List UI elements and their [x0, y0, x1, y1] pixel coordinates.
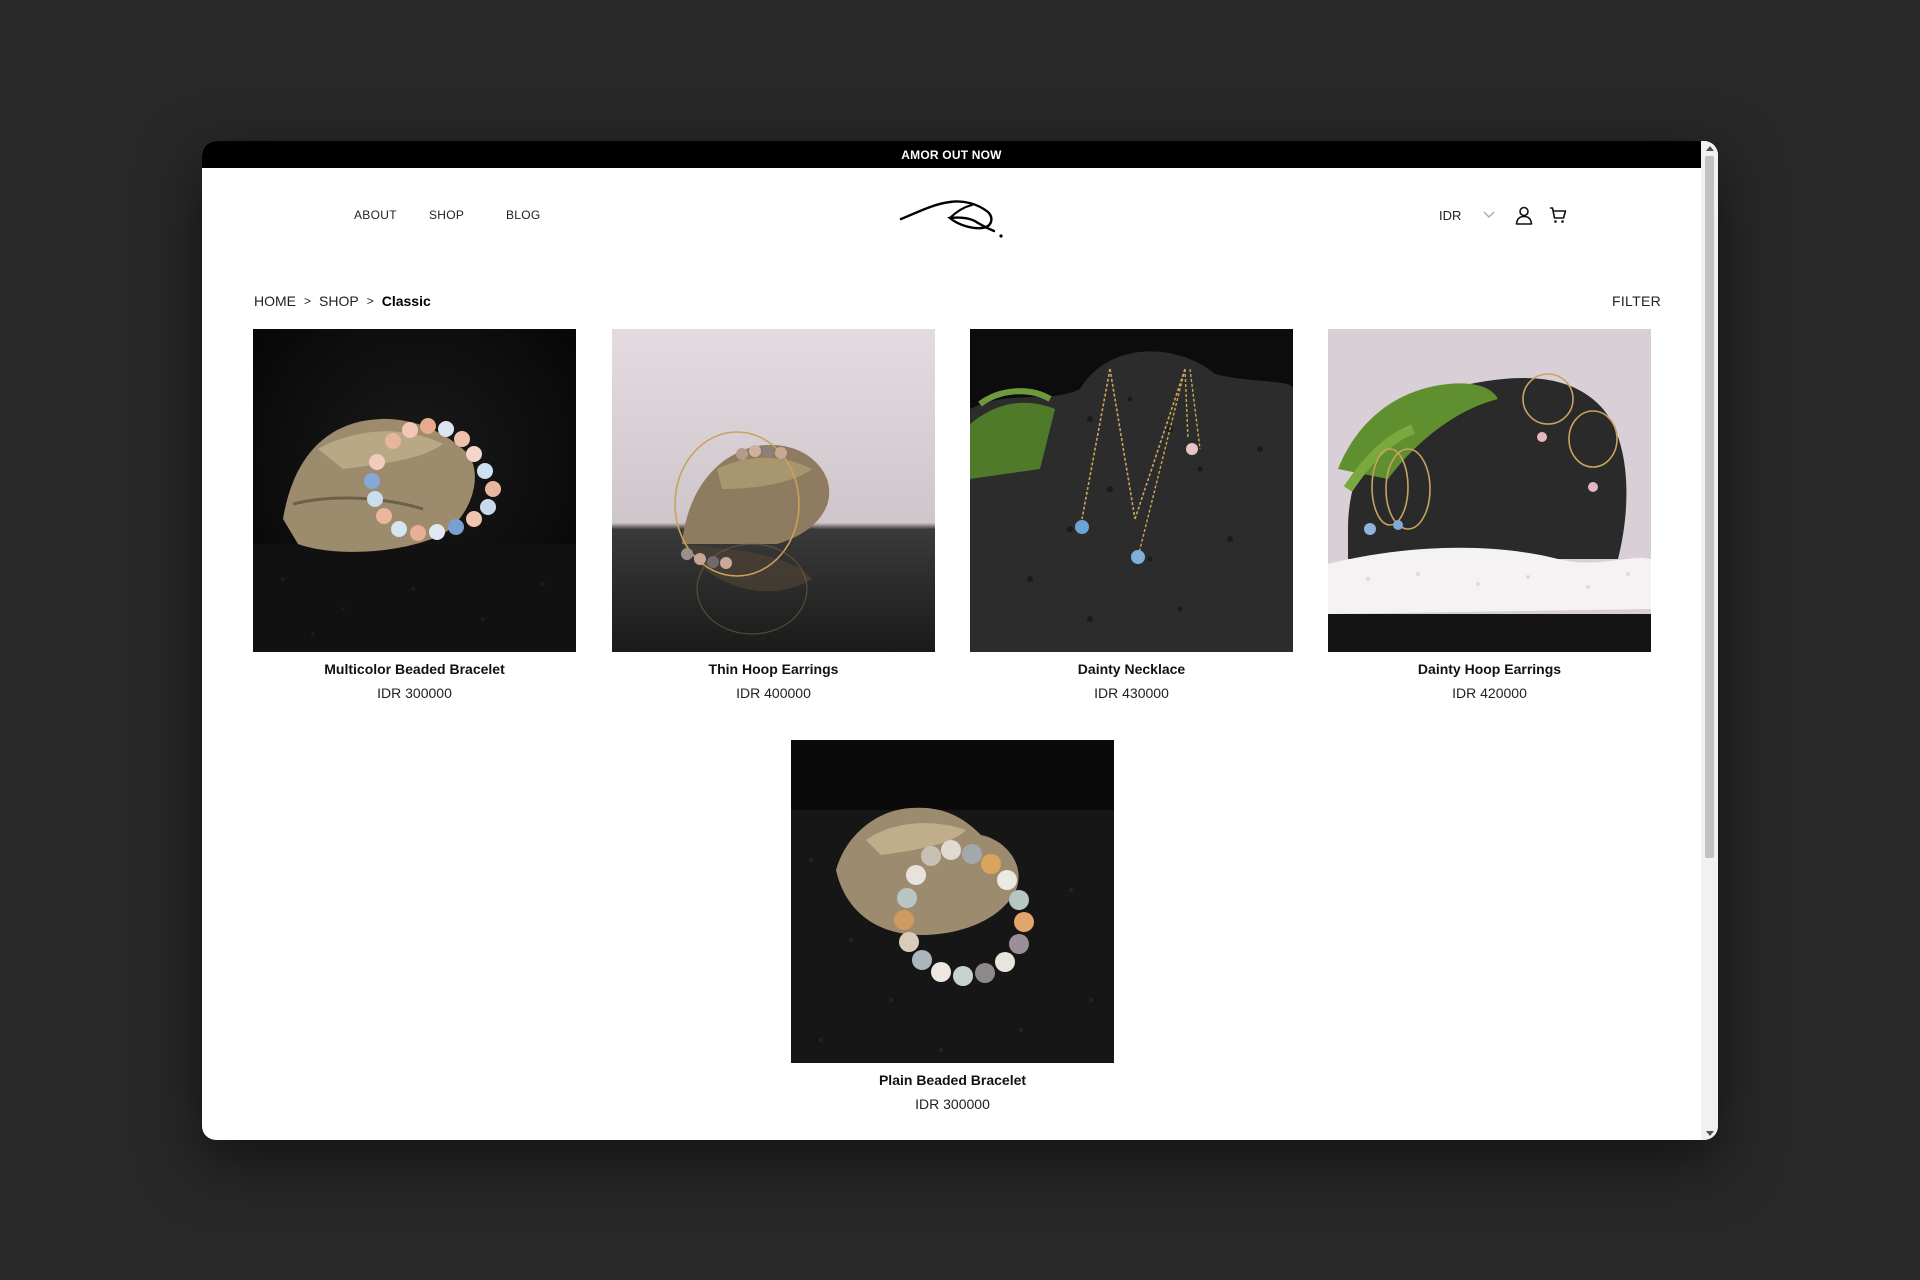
brand-logo[interactable]	[898, 187, 1008, 243]
user-icon[interactable]	[1513, 204, 1535, 226]
currency-selector[interactable]: IDR	[1439, 205, 1495, 225]
breadcrumb-separator: >	[304, 294, 312, 308]
product-price: IDR 300000	[915, 1096, 990, 1112]
product-image[interactable]	[970, 329, 1293, 652]
product-card[interactable]: Multicolor Beaded Bracelet IDR 300000	[253, 329, 576, 701]
nav-shop[interactable]: SHOP	[429, 208, 464, 222]
site-header: ABOUT SHOP BLOG IDR	[202, 168, 1701, 267]
product-price: IDR 300000	[377, 685, 452, 701]
chevron-down-icon	[1483, 208, 1495, 222]
browser-window: AMOR OUT NOW ABOUT SHOP BLOG IDR HOME > …	[202, 141, 1718, 1140]
product-name[interactable]: Dainty Necklace	[970, 661, 1293, 677]
breadcrumb-shop[interactable]: SHOP	[319, 293, 359, 309]
breadcrumb-home[interactable]: HOME	[254, 293, 296, 309]
product-image[interactable]	[791, 740, 1114, 1063]
scrollbar-thumb[interactable]	[1705, 156, 1714, 858]
currency-label: IDR	[1439, 207, 1462, 223]
nav-blog[interactable]: BLOG	[506, 208, 541, 222]
breadcrumb-current: Classic	[381, 293, 431, 309]
product-price: IDR 420000	[1452, 685, 1527, 701]
vertical-scrollbar[interactable]	[1701, 141, 1718, 1140]
product-image[interactable]	[1328, 329, 1651, 652]
announcement-text[interactable]: AMOR OUT NOW	[901, 148, 1001, 162]
filter-button[interactable]: FILTER	[1612, 293, 1661, 309]
product-name[interactable]: Thin Hoop Earrings	[612, 661, 935, 677]
product-price: IDR 400000	[736, 685, 811, 701]
product-name[interactable]: Plain Beaded Bracelet	[791, 1072, 1114, 1088]
nav-about[interactable]: ABOUT	[354, 208, 397, 222]
product-name[interactable]: Multicolor Beaded Bracelet	[253, 661, 576, 677]
scroll-down-icon[interactable]	[1701, 1126, 1718, 1140]
product-image[interactable]	[612, 329, 935, 652]
product-card[interactable]: Dainty Necklace IDR 430000	[970, 329, 1293, 701]
product-card[interactable]: Plain Beaded Bracelet IDR 300000	[791, 740, 1114, 1112]
breadcrumb: HOME > SHOP > Classic	[254, 293, 431, 309]
product-image[interactable]	[253, 329, 576, 652]
product-card[interactable]: Dainty Hoop Earrings IDR 420000	[1328, 329, 1651, 701]
scroll-up-icon[interactable]	[1701, 141, 1718, 155]
cart-icon[interactable]	[1547, 204, 1569, 226]
announcement-bar[interactable]: AMOR OUT NOW	[202, 141, 1701, 168]
breadcrumb-separator: >	[366, 294, 374, 308]
product-price: IDR 430000	[1094, 685, 1169, 701]
product-card[interactable]: Thin Hoop Earrings IDR 400000	[612, 329, 935, 701]
product-name[interactable]: Dainty Hoop Earrings	[1328, 661, 1651, 677]
